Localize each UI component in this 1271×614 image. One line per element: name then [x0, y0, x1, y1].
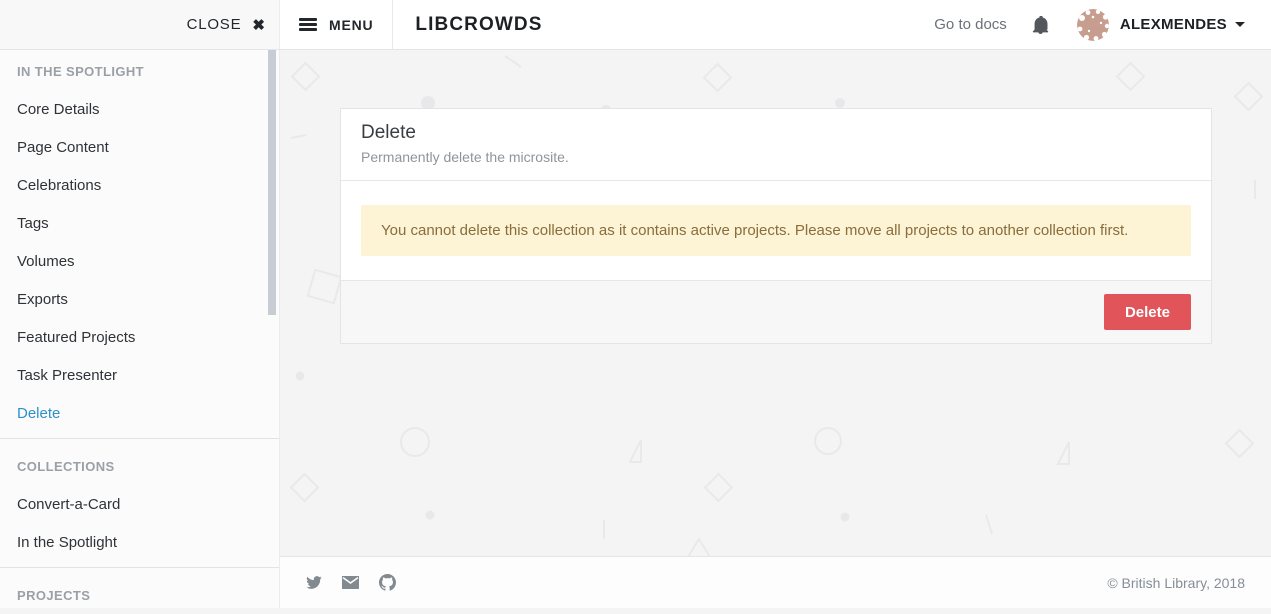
sidebar-close-button[interactable]: CLOSE ✖: [0, 0, 280, 49]
user-menu[interactable]: ALEXMENDES: [1120, 16, 1245, 33]
card-header: Delete Permanently delete the microsite.: [341, 109, 1211, 181]
sidebar-item-task-presenter[interactable]: Task Presenter: [17, 367, 117, 384]
nav-right-section: Go to docs ALEX: [934, 0, 1271, 49]
card-title: Delete: [361, 122, 1191, 144]
card-subtitle: Permanently delete the microsite.: [361, 149, 1191, 165]
sidebar-item-featured-projects[interactable]: Featured Projects: [17, 329, 135, 346]
sidebar-item-exports[interactable]: Exports: [17, 291, 68, 308]
email-link[interactable]: [342, 576, 359, 589]
twitter-link[interactable]: [306, 576, 322, 589]
sidebar-item-convert-a-card[interactable]: Convert-a-Card: [17, 496, 120, 513]
sidebar-section-collections: COLLECTIONS Convert-a-Card In the Spotli…: [0, 445, 279, 561]
sidebar-divider: [0, 438, 279, 439]
section-header-collections: COLLECTIONS: [17, 459, 115, 474]
sidebar-section-projects: PROJECTS: [0, 574, 279, 614]
close-label: CLOSE: [187, 16, 242, 33]
avatar[interactable]: [1077, 9, 1109, 41]
top-navigation: CLOSE ✖ MENU LIBCROWDS Go to docs: [0, 0, 1271, 50]
menu-label: MENU: [329, 17, 373, 33]
page-footer: © British Library, 2018: [280, 556, 1271, 608]
section-header-projects: PROJECTS: [17, 588, 90, 603]
card-footer: Delete: [341, 280, 1211, 343]
close-icon: ✖: [252, 16, 265, 34]
brand-logo[interactable]: LIBCROWDS: [393, 0, 542, 49]
card-body: You cannot delete this collection as it …: [341, 181, 1211, 280]
sidebar-scrollbar[interactable]: [268, 50, 276, 315]
sidebar-item-in-the-spotlight[interactable]: In the Spotlight: [17, 534, 117, 551]
delete-button[interactable]: Delete: [1104, 294, 1191, 330]
sidebar-item-core-details[interactable]: Core Details: [17, 101, 100, 118]
hamburger-icon: [299, 18, 317, 31]
chevron-down-icon: [1235, 22, 1245, 27]
sidebar: IN THE SPOTLIGHT Core Details Page Conte…: [0, 50, 280, 608]
sidebar-item-volumes[interactable]: Volumes: [17, 253, 75, 270]
main-content: Delete Permanently delete the microsite.…: [280, 50, 1271, 608]
delete-card: Delete Permanently delete the microsite.…: [340, 108, 1212, 344]
avatar-image: [1077, 9, 1109, 41]
menu-toggle-button[interactable]: MENU: [280, 0, 393, 49]
sidebar-item-delete[interactable]: Delete: [17, 405, 60, 422]
social-links: [306, 574, 396, 591]
github-icon: [379, 574, 396, 591]
warning-alert: You cannot delete this collection as it …: [361, 205, 1191, 256]
github-link[interactable]: [379, 574, 396, 591]
email-icon: [342, 576, 359, 589]
sidebar-item-tags[interactable]: Tags: [17, 215, 49, 232]
bell-icon: [1032, 16, 1049, 34]
section-header-in-the-spotlight: IN THE SPOTLIGHT: [17, 64, 144, 79]
sidebar-section-spotlight: IN THE SPOTLIGHT Core Details Page Conte…: [0, 50, 279, 432]
notifications-button[interactable]: [1032, 16, 1049, 34]
copyright-text: © British Library, 2018: [1107, 575, 1245, 591]
go-to-docs-link[interactable]: Go to docs: [934, 16, 1007, 33]
sidebar-item-celebrations[interactable]: Celebrations: [17, 177, 101, 194]
twitter-icon: [306, 576, 322, 589]
sidebar-divider: [0, 567, 279, 568]
username-label: ALEXMENDES: [1120, 16, 1227, 33]
sidebar-item-page-content[interactable]: Page Content: [17, 139, 109, 156]
